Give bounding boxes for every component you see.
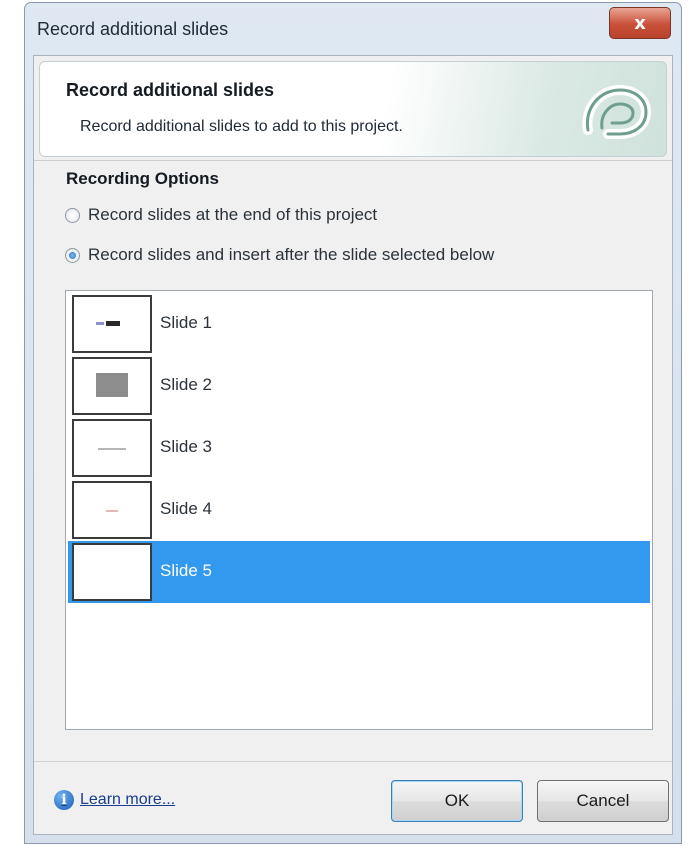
- dialog-body: Record additional slides Record addition…: [33, 55, 673, 835]
- header-panel: Record additional slides Record addition…: [39, 61, 667, 157]
- radio-label: Record slides at the end of this project: [88, 205, 378, 224]
- slide-label: Slide 2: [160, 375, 212, 394]
- learn-more-link[interactable]: i Learn more...: [54, 790, 175, 810]
- record-slides-dialog: Record additional slides x Record additi…: [24, 2, 682, 844]
- slide-thumbnail: [72, 481, 152, 539]
- slide-item-3[interactable]: Slide 3: [68, 417, 650, 479]
- header-subtitle: Record additional slides to add to this …: [80, 118, 403, 135]
- radio-label: Record slides and insert after the slide…: [88, 245, 495, 264]
- cancel-button[interactable]: Cancel: [537, 780, 669, 822]
- close-button[interactable]: x: [609, 7, 671, 39]
- header-divider: [34, 160, 672, 161]
- slide-item-5[interactable]: Slide 5: [68, 541, 650, 603]
- thumb-mark: [98, 448, 126, 450]
- slide-label: Slide 4: [160, 499, 212, 518]
- slide-thumbnail: [72, 419, 152, 477]
- slide-label: Slide 3: [160, 437, 212, 456]
- close-icon: x: [634, 12, 646, 34]
- slide-thumbnail: [72, 295, 152, 353]
- slide-item-4[interactable]: Slide 4: [68, 479, 650, 541]
- header-title: Record additional slides: [66, 80, 275, 100]
- ok-button[interactable]: OK: [391, 780, 523, 822]
- title-bar[interactable]: Record additional slides x: [25, 3, 681, 59]
- thumb-mark: [96, 373, 128, 397]
- radio-insert-after-selected[interactable]: Record slides and insert after the slide…: [65, 245, 494, 265]
- slide-label: Slide 5: [160, 561, 212, 580]
- footer-divider: [34, 761, 672, 762]
- thumb-mark: [96, 322, 104, 325]
- radio-button[interactable]: [65, 207, 80, 223]
- slide-label: Slide 1: [160, 313, 212, 332]
- radio-record-at-end[interactable]: Record slides at the end of this project: [65, 205, 377, 225]
- thumb-mark: [106, 321, 120, 326]
- learn-more-text[interactable]: Learn more...: [80, 791, 175, 809]
- slide-item-2[interactable]: Slide 2: [68, 355, 650, 417]
- window-title: Record additional slides: [37, 19, 229, 39]
- captivate-logo-icon: [582, 84, 652, 139]
- recording-options-title: Recording Options: [66, 169, 219, 188]
- slide-list[interactable]: Slide 1 Slide 2 Slide 3 Slide 4 Slide 5: [65, 290, 653, 730]
- thumb-mark: [106, 510, 118, 512]
- slide-thumbnail: [72, 357, 152, 415]
- radio-button-checked[interactable]: [65, 247, 80, 263]
- info-icon: i: [54, 790, 74, 810]
- slide-thumbnail: [72, 543, 152, 601]
- slide-item-1[interactable]: Slide 1: [68, 293, 650, 355]
